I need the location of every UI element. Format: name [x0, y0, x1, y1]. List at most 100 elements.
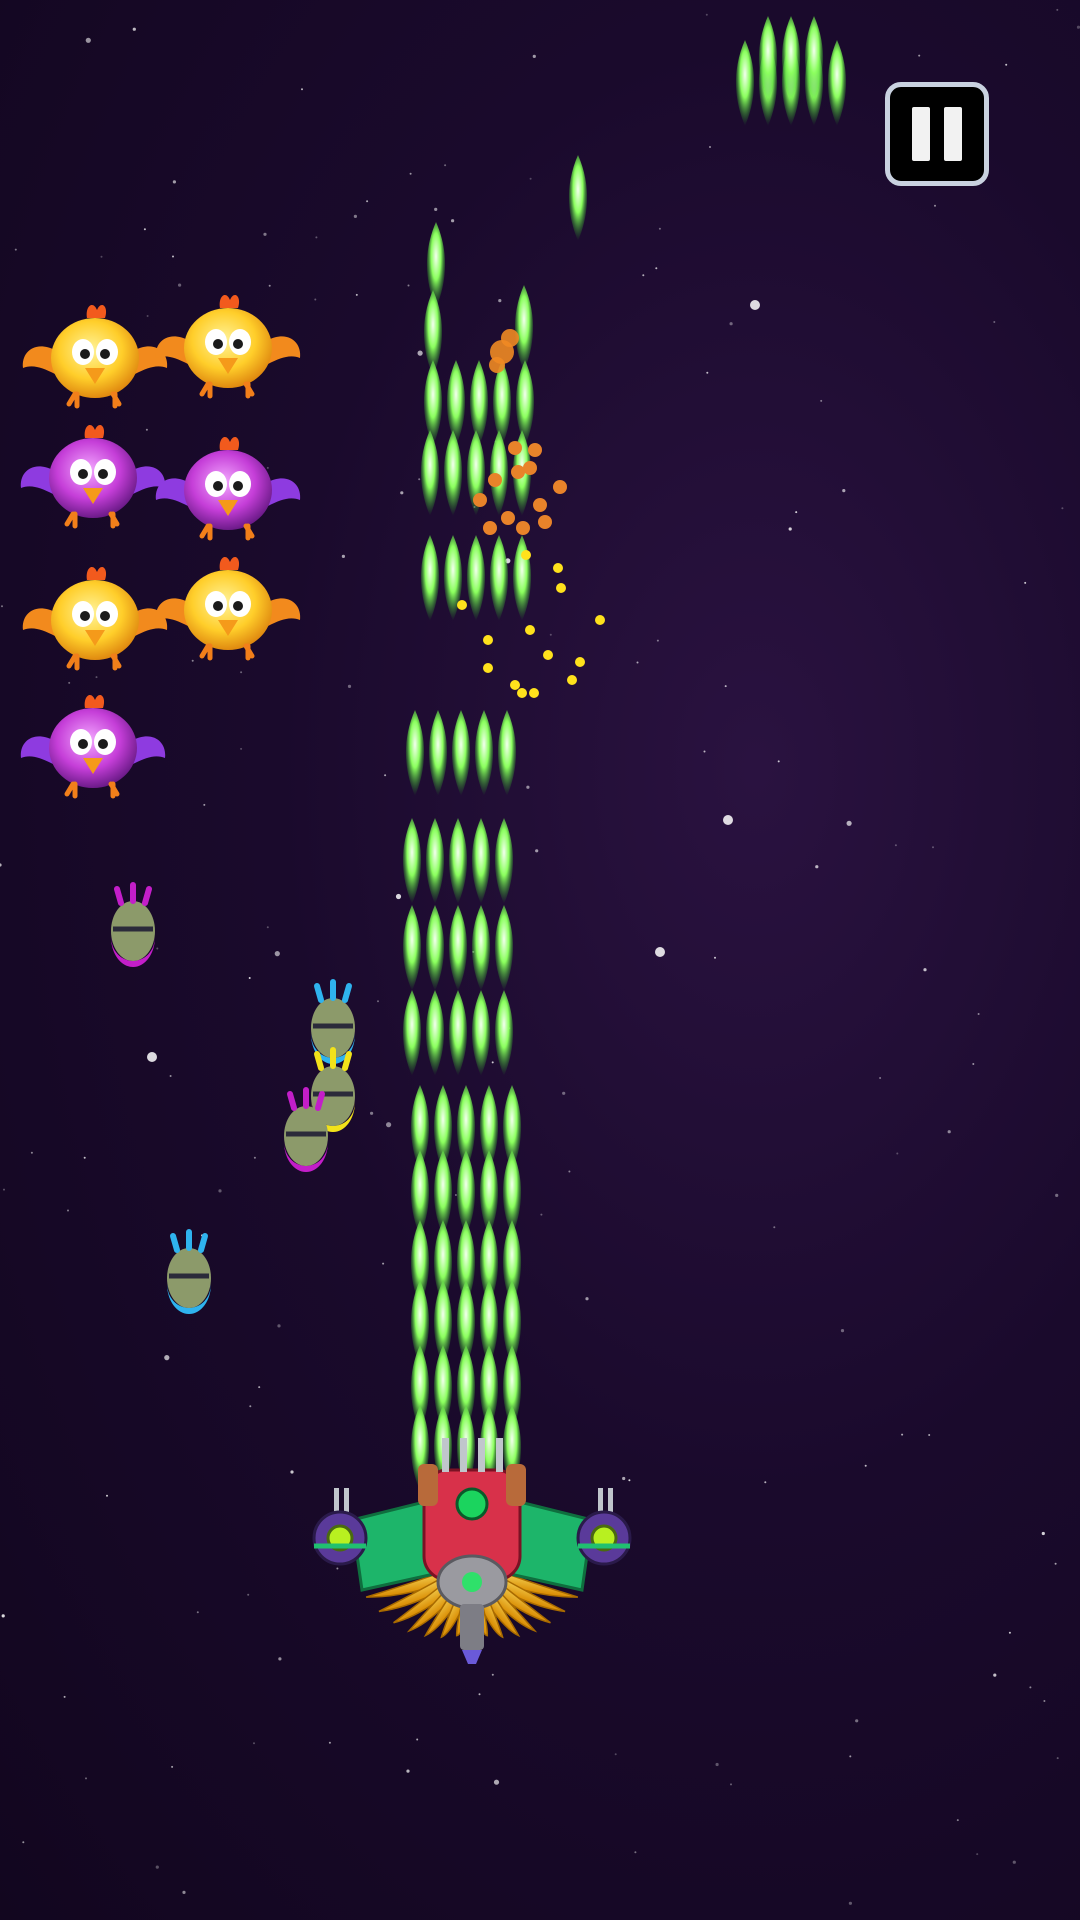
explosion-spark [511, 465, 525, 479]
chicken-enemy-purple [20, 424, 166, 529]
laser-bullet [474, 710, 494, 796]
laser-bullet [497, 710, 517, 796]
laser-bullet [443, 430, 463, 516]
laser-bullet [568, 155, 588, 241]
laser-bullet [489, 535, 509, 621]
spark-particle [543, 650, 553, 660]
laser-bullet [827, 40, 847, 126]
pause-button[interactable] [885, 82, 989, 186]
spark-particle [556, 583, 566, 593]
explosion-spark [501, 511, 515, 525]
ship-gun-barrel [442, 1438, 449, 1472]
chicken-comb [84, 694, 105, 708]
explosion-spark [483, 521, 497, 535]
spark-particle [529, 688, 539, 698]
egg-bomb-blue [167, 1229, 211, 1314]
explosion-spark [538, 515, 552, 529]
laser-bullet [425, 990, 445, 1076]
laser-bullet [451, 710, 471, 796]
laser-bullet [469, 360, 489, 446]
laser-bullet [448, 905, 468, 991]
playfield [20, 16, 847, 1664]
player-spaceship[interactable] [312, 1438, 632, 1664]
laser-bullet [466, 535, 486, 621]
chicken-comb [219, 294, 240, 308]
explosion-spark [523, 461, 537, 475]
spark-particle [567, 675, 577, 685]
explosion-spark [508, 441, 522, 455]
laser-bullet [425, 818, 445, 904]
spark-particle [575, 657, 585, 667]
laser-bullets [402, 16, 847, 1491]
spark-particle [525, 625, 535, 635]
chicken-enemy-yellow [22, 304, 168, 409]
explosion-spark [516, 521, 530, 535]
chicken-comb [219, 556, 240, 570]
laser-bullet [448, 990, 468, 1076]
spark-particle [483, 635, 493, 645]
spark-particle [483, 663, 493, 673]
laser-bullet [425, 905, 445, 991]
laser-bullet [735, 40, 755, 126]
laser-bullet [492, 360, 512, 446]
explosion-debris [501, 329, 519, 347]
ship-side-turret [576, 1488, 632, 1566]
laser-bullet [446, 360, 466, 446]
ship-thruster [462, 1650, 482, 1664]
explosion-spark [553, 480, 567, 494]
laser-bullet [471, 818, 491, 904]
spark-particle [521, 550, 531, 560]
laser-bullet [514, 285, 534, 371]
laser-bullet [494, 905, 514, 991]
explosion-spark [533, 498, 547, 512]
laser-bullet [402, 990, 422, 1076]
pause-icon [912, 107, 930, 161]
laser-bullet [494, 818, 514, 904]
laser-bullet [515, 360, 535, 446]
chicken-comb [219, 436, 240, 450]
ship-gun-barrel [496, 1438, 503, 1472]
spark-particle [517, 688, 527, 698]
laser-bullet [405, 710, 425, 796]
ship-tail [460, 1604, 484, 1650]
chicken-enemy-yellow [155, 556, 301, 661]
egg-bomb-magenta [111, 882, 155, 967]
enemy-chickens [20, 294, 301, 799]
pause-icon [944, 107, 962, 161]
ship-side-turret [312, 1488, 368, 1566]
chicken-enemy-purple [155, 436, 301, 541]
falling-eggs [111, 882, 355, 1314]
ship-gun-barrel [460, 1438, 467, 1472]
laser-bullet [402, 818, 422, 904]
spark-particle [457, 600, 467, 610]
spark-particle [595, 615, 605, 625]
laser-bullet [512, 535, 532, 621]
laser-bullet [420, 535, 440, 621]
laser-bullet [428, 710, 448, 796]
egg-bomb-magenta [284, 1087, 328, 1172]
chicken-enemy-purple [20, 694, 166, 799]
chicken-comb [84, 424, 105, 438]
laser-bullet [471, 905, 491, 991]
ship-gun-barrel [478, 1438, 485, 1472]
explosion-spark [528, 443, 542, 457]
chicken-enemy-yellow [22, 566, 168, 671]
laser-bullet [402, 905, 422, 991]
explosion-debris [489, 357, 505, 373]
chicken-comb [86, 304, 107, 318]
laser-bullet [494, 990, 514, 1076]
ship-core [455, 1487, 489, 1521]
ship-cannon [506, 1464, 526, 1506]
laser-bullet [426, 222, 446, 308]
spark-particle [553, 563, 563, 573]
game-canvas[interactable] [0, 0, 1080, 1920]
ship-cannon [418, 1464, 438, 1506]
explosion-spark [473, 493, 487, 507]
laser-bullet [420, 430, 440, 516]
chicken-enemy-yellow [155, 294, 301, 399]
spark-particle [510, 680, 520, 690]
laser-bullet [448, 818, 468, 904]
laser-bullet [489, 430, 509, 516]
laser-bullet [471, 990, 491, 1076]
laser-bullet [423, 360, 443, 446]
